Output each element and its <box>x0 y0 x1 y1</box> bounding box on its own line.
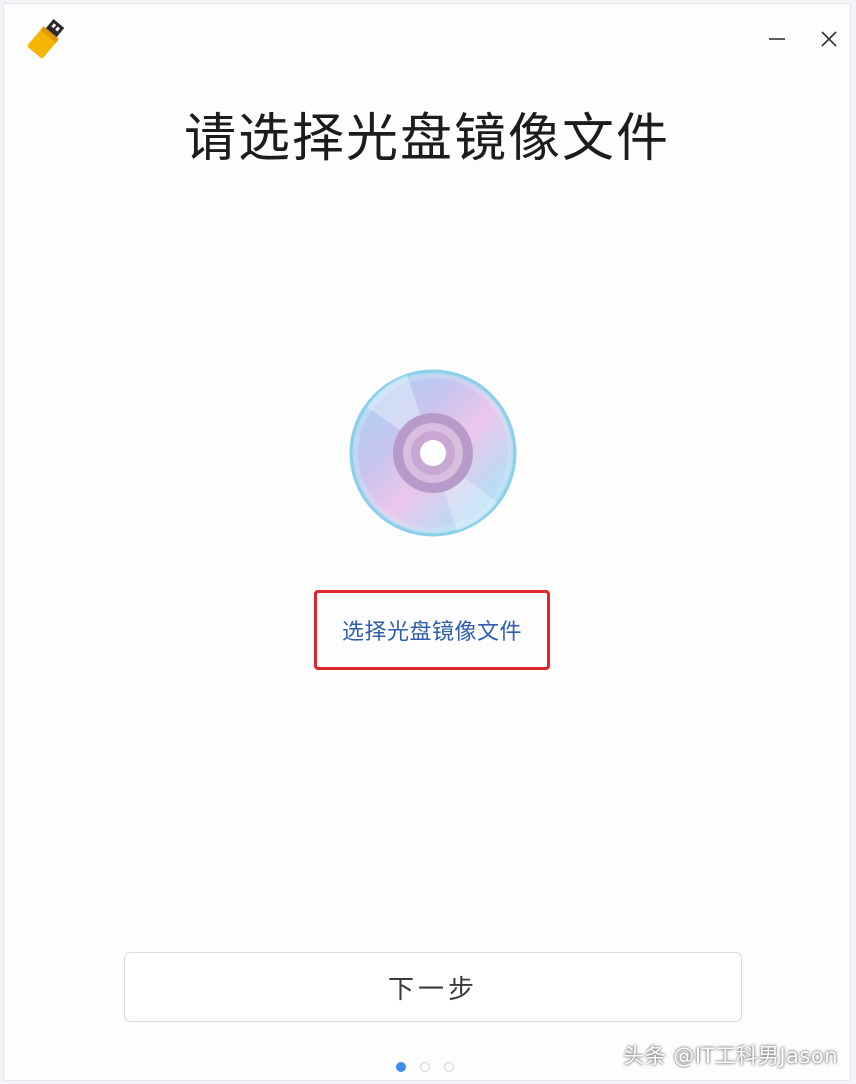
minimize-button[interactable] <box>762 24 792 54</box>
step-dot-3[interactable] <box>444 1062 454 1072</box>
select-image-highlight: 选择光盘镜像文件 <box>314 590 550 670</box>
app-window: 请选择光盘镜像文件 选择光盘镜像文件 下一步 <box>3 3 851 1081</box>
usb-drive-icon <box>26 18 72 62</box>
watermark-text: 头条 @IT工科男Jason <box>623 1044 838 1068</box>
step-indicator <box>396 1062 454 1072</box>
disc-icon <box>347 367 519 539</box>
step-dot-1[interactable] <box>396 1062 406 1072</box>
close-icon <box>821 31 837 47</box>
step-dot-2[interactable] <box>420 1062 430 1072</box>
minimize-icon <box>769 38 785 40</box>
page-title: 请选择光盘镜像文件 <box>183 109 670 169</box>
close-button[interactable] <box>814 24 844 54</box>
next-button[interactable]: 下一步 <box>124 952 742 1022</box>
select-image-link[interactable]: 选择光盘镜像文件 <box>342 614 522 646</box>
